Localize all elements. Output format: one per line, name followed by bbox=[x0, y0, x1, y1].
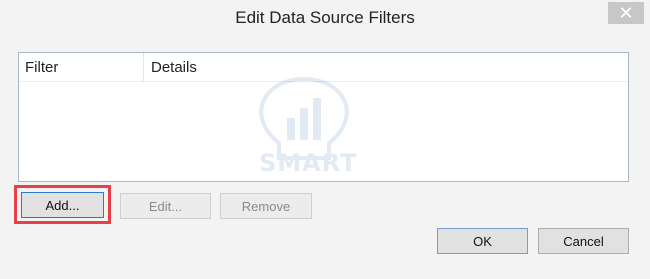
column-header-filter[interactable]: Filter bbox=[25, 59, 143, 76]
list-header: Filter Details bbox=[19, 53, 628, 82]
remove-button[interactable]: Remove bbox=[220, 193, 312, 219]
ok-button[interactable]: OK bbox=[437, 228, 528, 254]
column-header-details[interactable]: Details bbox=[151, 59, 197, 76]
edit-button[interactable]: Edit... bbox=[120, 193, 211, 219]
column-separator[interactable] bbox=[143, 53, 144, 81]
watermark-text: SMART BUSINESS bbox=[259, 149, 400, 181]
dialog-title: Edit Data Source Filters bbox=[235, 8, 415, 27]
title-bar: Edit Data Source Filters ✕ bbox=[0, 0, 650, 36]
watermark: SMART BUSINESS bbox=[219, 73, 459, 181]
edit-data-source-filters-dialog: Edit Data Source Filters ✕ Filter Detail… bbox=[0, 0, 650, 279]
cancel-button[interactable]: Cancel bbox=[538, 228, 629, 254]
close-icon: ✕ bbox=[618, 3, 634, 23]
add-button[interactable]: Add... bbox=[21, 192, 104, 218]
lightbulb-chart-icon bbox=[259, 77, 349, 160]
filters-list[interactable]: Filter Details SMART BUSINESS bbox=[18, 52, 629, 182]
close-button[interactable]: ✕ bbox=[608, 2, 644, 24]
